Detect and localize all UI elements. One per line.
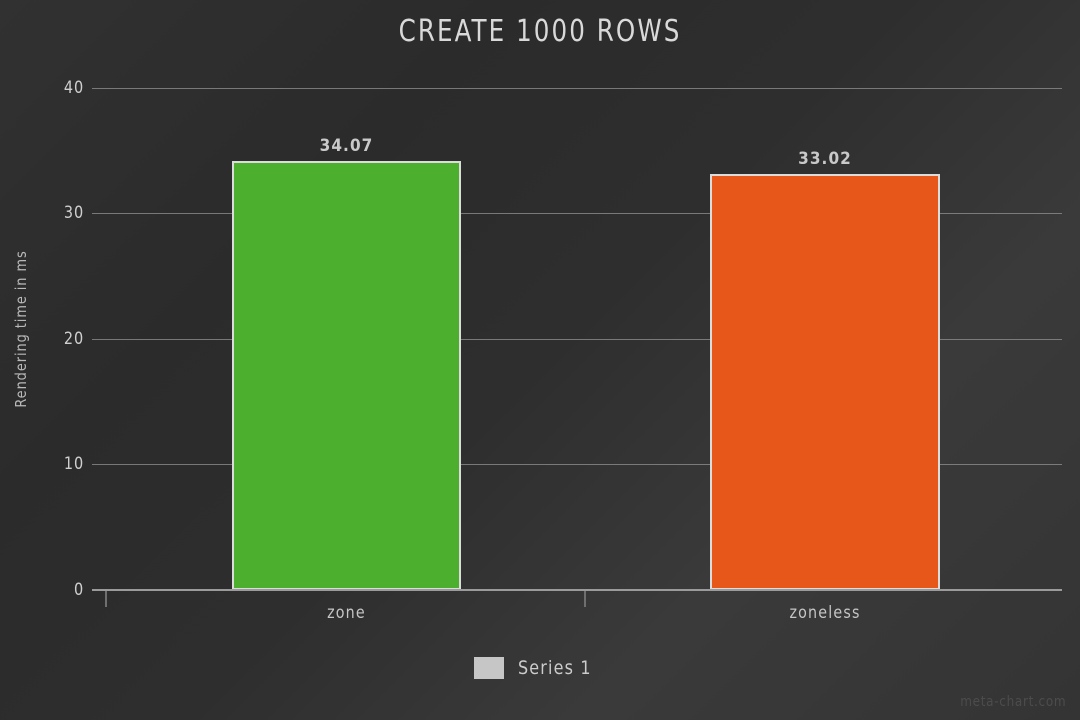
chart-legend: Series 1 [0, 657, 1080, 679]
y-tick-label: 20 [63, 329, 84, 349]
chart-container: CREATE 1000 ROWS Rendering time in ms 40… [0, 0, 1080, 720]
x-category-label-zone: zone [327, 603, 366, 623]
gridline-40 [92, 88, 1062, 89]
watermark: meta-chart.com [959, 694, 1066, 710]
bar-value-label-zoneless: 33.02 [798, 149, 852, 169]
x-axis-tick-middle [584, 591, 586, 607]
x-axis-tick-start [105, 591, 107, 607]
y-axis-ticks: 40 30 20 10 0 [0, 0, 84, 720]
y-tick-label: 30 [63, 203, 84, 223]
bar-zoneless[interactable] [710, 174, 940, 590]
chart-title: CREATE 1000 ROWS [398, 14, 682, 49]
legend-swatch-series-1 [474, 657, 505, 679]
y-tick-label: 40 [63, 78, 84, 98]
bar-value-label-zone: 34.07 [319, 136, 374, 156]
bar-zone[interactable] [232, 161, 461, 590]
x-category-label-zoneless: zoneless [789, 603, 861, 623]
y-tick-label: 10 [63, 454, 84, 474]
x-axis-line [92, 589, 1062, 591]
y-tick-label: 0 [73, 580, 84, 600]
legend-label-series-1: Series 1 [518, 657, 592, 679]
